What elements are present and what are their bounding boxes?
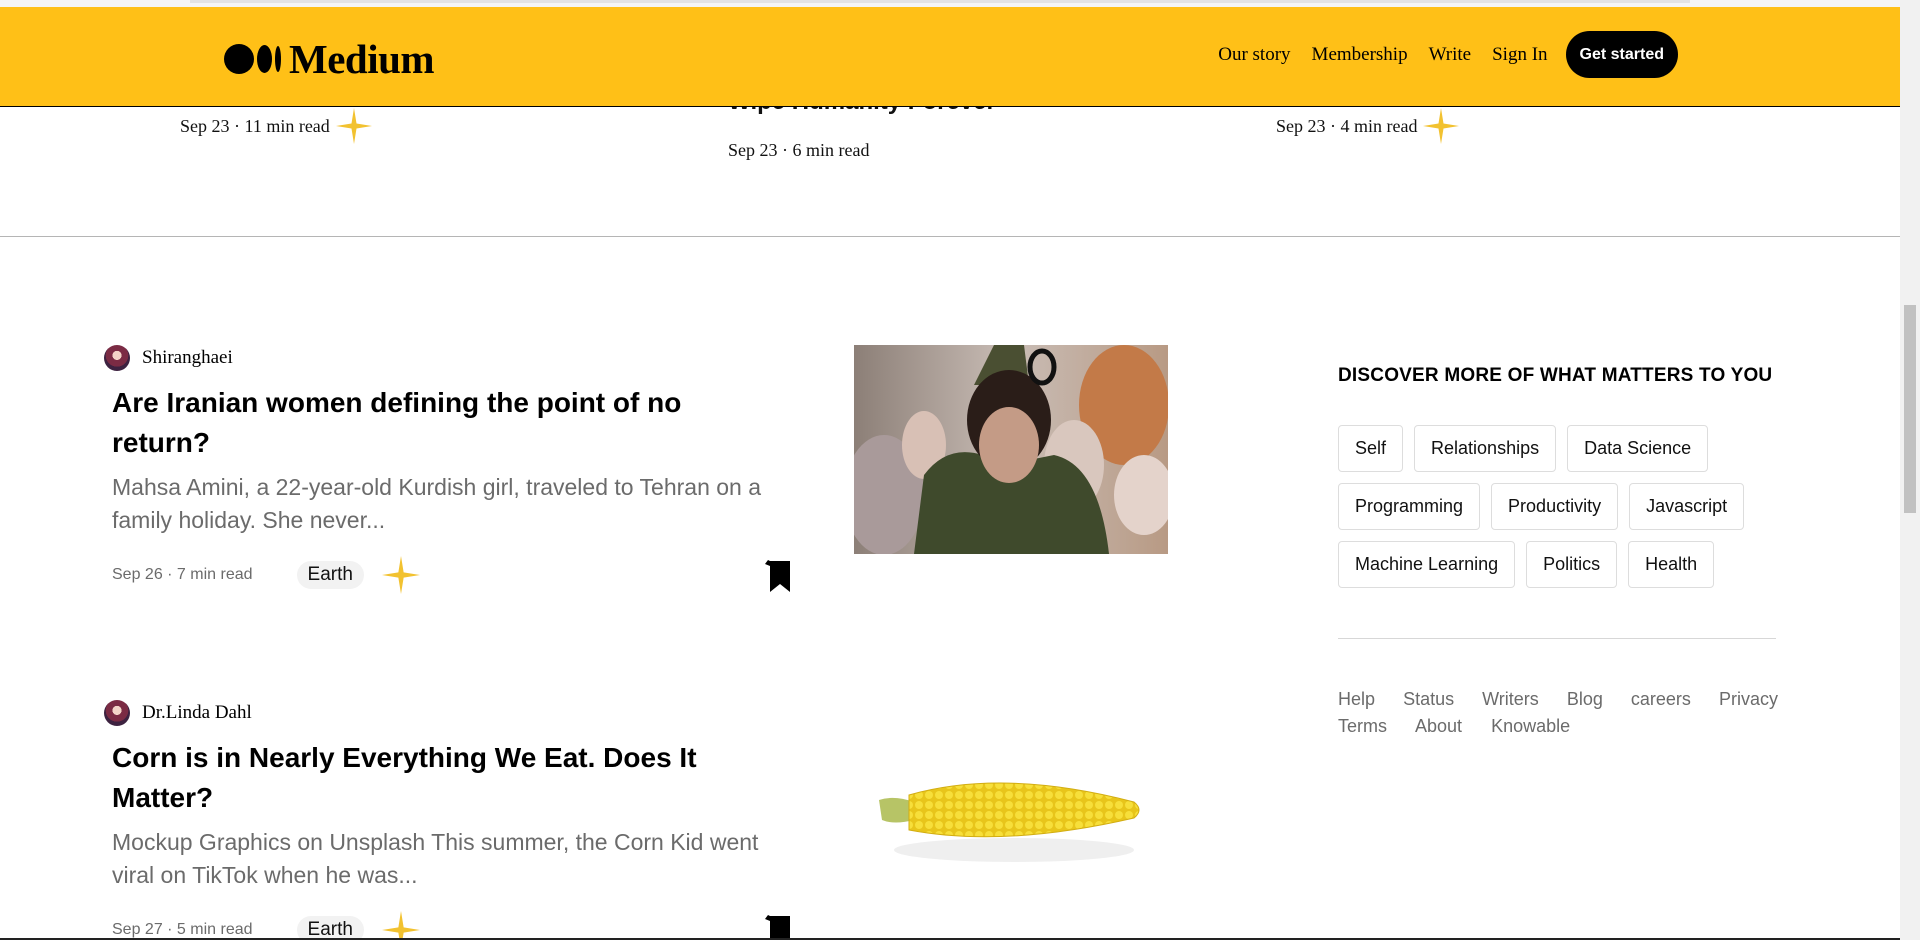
- article-card: Shiranghaei Are Iranian women defining t…: [104, 345, 804, 595]
- tag-chip[interactable]: Earth: [296, 916, 364, 940]
- footer-link-knowable[interactable]: Knowable: [1491, 716, 1570, 736]
- medium-logo-icon: [224, 44, 281, 74]
- scrollbar[interactable]: [1900, 0, 1920, 940]
- sparkle-icon: [381, 556, 420, 594]
- trending-item-3-meta: Sep 23 · 4 min read: [1276, 108, 1460, 144]
- topic-politics[interactable]: Politics: [1526, 541, 1618, 588]
- article-thumbnail[interactable]: [844, 345, 1174, 555]
- article-footer: Sep 26 · 7 min read Earth: [112, 555, 802, 595]
- site-header: Medium Our story Membership Write Sign I…: [0, 7, 1900, 107]
- avatar: [104, 700, 130, 726]
- author-name: Dr.Linda Dahl: [142, 702, 252, 723]
- tag-chip[interactable]: Earth: [296, 561, 364, 589]
- article-meta: Sep 26 · 7 min read: [112, 566, 253, 583]
- article-excerpt[interactable]: Mockup Graphics on Unsplash This summer,…: [112, 826, 802, 892]
- discover-title: DISCOVER MORE OF WHAT MATTERS TO YOU: [1338, 365, 1773, 386]
- topic-self[interactable]: Self: [1338, 425, 1404, 472]
- article-title[interactable]: Corn is in Nearly Everything We Eat. Doe…: [112, 738, 752, 818]
- topic-health[interactable]: Health: [1628, 541, 1715, 588]
- top-nav: Our story Membership Write Sign In Get s…: [1197, 31, 1678, 78]
- footer-link-writers[interactable]: Writers: [1482, 686, 1539, 713]
- scrollbar-thumb[interactable]: [1904, 305, 1916, 513]
- topic-machine-learning[interactable]: Machine Learning: [1338, 541, 1516, 588]
- avatar: [104, 345, 130, 371]
- logo[interactable]: Medium: [224, 35, 435, 83]
- sparkle-icon: [335, 108, 372, 144]
- article-excerpt[interactable]: Mahsa Amini, a 22-year-old Kurdish girl,…: [112, 471, 802, 537]
- footer-link-about[interactable]: About: [1415, 716, 1462, 736]
- trending-meta: Sep 23 · 6 min read: [728, 140, 870, 160]
- author-name: Shiranghaei: [142, 347, 233, 368]
- bookmark-icon[interactable]: [764, 559, 792, 593]
- article-meta: Sep 27 · 5 min read: [112, 921, 253, 938]
- logo-text: Medium: [289, 36, 435, 82]
- trending-item-2-meta: Sep 23 · 6 min read: [728, 140, 869, 161]
- footer-link-status[interactable]: Status: [1403, 686, 1454, 713]
- footer-link-help[interactable]: Help: [1338, 686, 1375, 713]
- topic-programming[interactable]: Programming: [1338, 483, 1481, 530]
- nav-write[interactable]: Write: [1429, 44, 1472, 66]
- nav-sign-in[interactable]: Sign In: [1492, 44, 1547, 66]
- topic-relationships[interactable]: Relationships: [1414, 425, 1557, 472]
- top-strip-inner: [190, 0, 1690, 3]
- article-image-corn: [879, 782, 1140, 862]
- sparkle-icon: [1423, 108, 1460, 144]
- sparkle-icon: [381, 911, 420, 940]
- bookmark-icon[interactable]: [764, 914, 792, 940]
- topic-javascript[interactable]: Javascript: [1629, 483, 1745, 530]
- article-title[interactable]: Are Iranian women defining the point of …: [112, 383, 752, 463]
- article-card: Dr.Linda Dahl Corn is in Nearly Everythi…: [104, 700, 804, 940]
- section-divider: [0, 236, 1900, 237]
- footer-link-privacy[interactable]: Privacy: [1719, 686, 1778, 713]
- sidebar-divider: [1338, 638, 1776, 639]
- author[interactable]: Dr.Linda Dahl: [104, 700, 804, 726]
- trending-meta: Sep 23 · 11 min read: [180, 115, 330, 136]
- trending-meta: Sep 23 · 4 min read: [1276, 115, 1418, 136]
- article-footer: Sep 27 · 5 min read Earth: [112, 910, 802, 940]
- article-thumbnail[interactable]: [854, 740, 1168, 890]
- article-image-woman: [844, 345, 1174, 555]
- nav-our-story[interactable]: Our story: [1218, 44, 1290, 66]
- topic-list: Self Relationships Data Science Programm…: [1338, 425, 1778, 599]
- topic-productivity[interactable]: Productivity: [1491, 483, 1619, 530]
- author[interactable]: Shiranghaei: [104, 345, 804, 371]
- footer-link-careers[interactable]: careers: [1631, 686, 1691, 713]
- footer-link-terms[interactable]: Terms: [1338, 716, 1387, 736]
- get-started-button[interactable]: Get started: [1565, 31, 1678, 78]
- footer-link-blog[interactable]: Blog: [1567, 686, 1603, 713]
- footer-links: Help Status Writers Blog careers Privacy…: [1338, 686, 1778, 740]
- nav-membership[interactable]: Membership: [1312, 44, 1408, 66]
- top-strip: [0, 0, 1900, 7]
- topic-data-science[interactable]: Data Science: [1567, 425, 1709, 472]
- trending-item-1-meta: Sep 23 · 11 min read: [180, 108, 372, 144]
